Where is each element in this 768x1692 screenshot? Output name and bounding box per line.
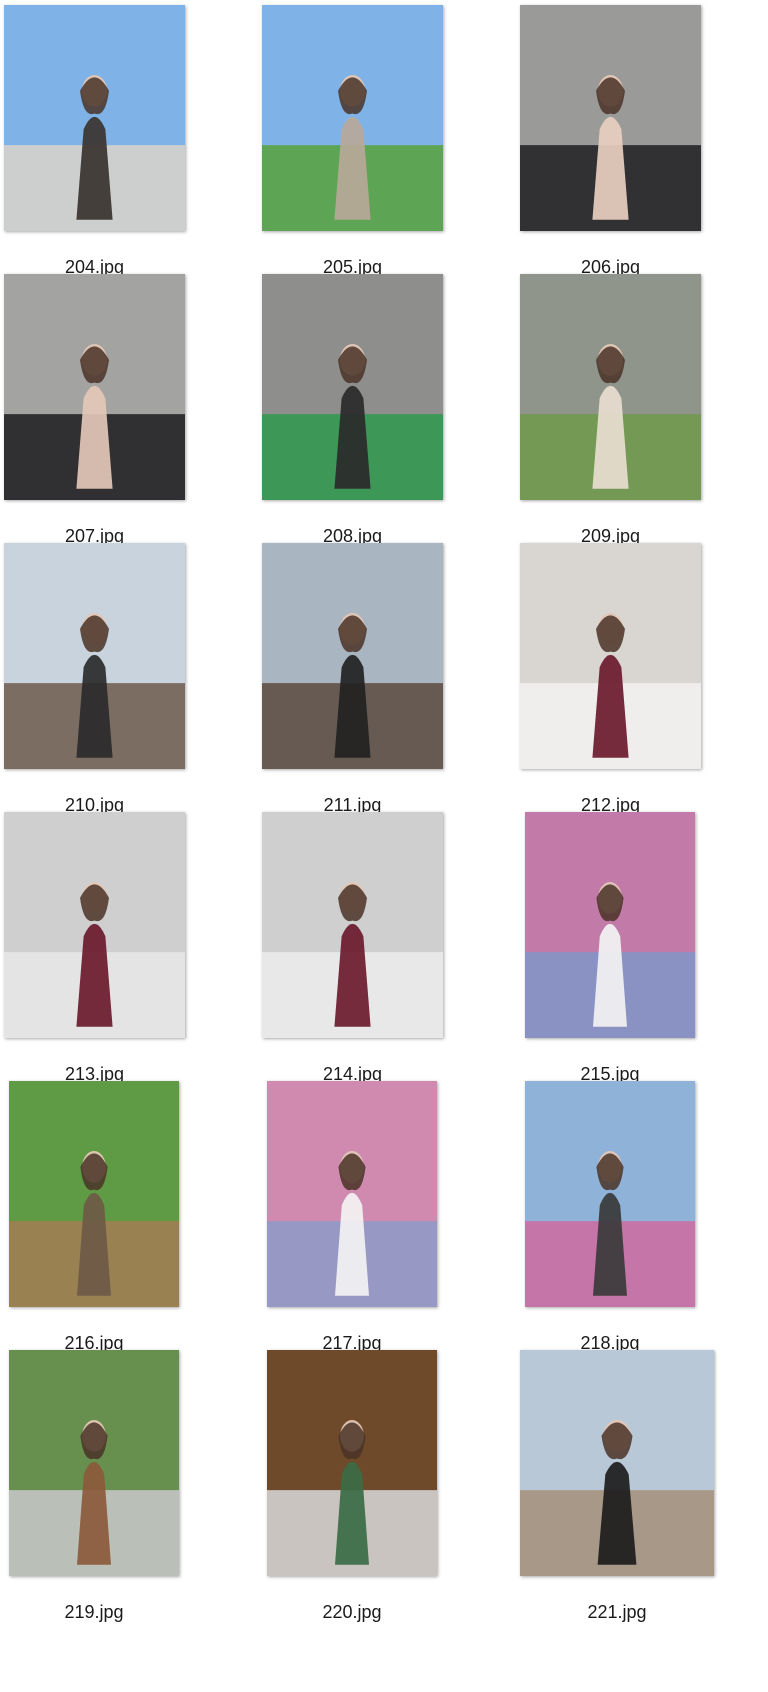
image-thumbnail[interactable]: [4, 5, 185, 231]
thumbnail-frame: [520, 5, 768, 251]
thumbnail-frame: [4, 274, 256, 520]
photo-preview: [520, 274, 701, 500]
file-item[interactable]: 214.jpg: [262, 812, 514, 1092]
photo-preview: [4, 5, 185, 231]
photo-preview: [520, 5, 701, 231]
file-name-label: 220.jpg: [322, 1602, 382, 1622]
image-thumbnail[interactable]: [267, 1081, 437, 1307]
image-thumbnail[interactable]: [262, 812, 443, 1038]
thumbnail-frame: [4, 1350, 256, 1596]
thumbnail-frame: [4, 812, 256, 1058]
photo-preview: [262, 812, 443, 1038]
photo-preview: [4, 812, 185, 1038]
thumbnail-frame: [520, 274, 768, 520]
image-thumbnail[interactable]: [9, 1350, 179, 1576]
photo-preview: [520, 1350, 714, 1576]
photo-preview: [9, 1081, 179, 1307]
image-thumbnail[interactable]: [262, 274, 443, 500]
thumbnail-frame: [262, 543, 514, 789]
photo-preview: [262, 543, 443, 769]
photo-preview: [9, 1350, 179, 1576]
thumbnail-frame: [262, 1081, 514, 1327]
thumbnail-frame: [262, 812, 514, 1058]
photo-preview: [267, 1081, 437, 1307]
thumbnail-frame: [4, 5, 256, 251]
image-thumbnail[interactable]: [9, 1081, 179, 1307]
image-thumbnail[interactable]: [525, 1081, 695, 1307]
photo-preview: [520, 543, 701, 769]
image-thumbnail[interactable]: [520, 543, 701, 769]
photo-preview: [4, 274, 185, 500]
file-item[interactable]: 206.jpg: [520, 5, 768, 285]
image-thumbnail[interactable]: [4, 543, 185, 769]
file-item[interactable]: 212.jpg: [520, 543, 768, 823]
file-item[interactable]: 216.jpg: [4, 1081, 256, 1361]
thumbnail-frame: [520, 812, 768, 1058]
photo-preview: [267, 1350, 437, 1576]
thumbnail-frame: [520, 1350, 768, 1596]
file-item[interactable]: 217.jpg: [262, 1081, 514, 1361]
file-item[interactable]: 207.jpg: [4, 274, 256, 554]
thumbnail-frame: [262, 274, 514, 520]
file-item[interactable]: 210.jpg: [4, 543, 256, 823]
file-item[interactable]: 215.jpg: [520, 812, 768, 1092]
image-thumbnail[interactable]: [4, 812, 185, 1038]
thumbnail-frame: [4, 1081, 256, 1327]
file-item[interactable]: 220.jpg: [262, 1350, 514, 1630]
photo-preview: [262, 5, 443, 231]
image-thumbnail[interactable]: [520, 274, 701, 500]
image-thumbnail[interactable]: [520, 5, 701, 231]
thumbnail-frame: [520, 1081, 768, 1327]
image-thumbnail[interactable]: [4, 274, 185, 500]
file-name-label: 221.jpg: [587, 1602, 647, 1622]
photo-preview: [525, 812, 695, 1038]
file-thumbnail-grid: 204.jpg 205.jpg 206.jpg 207.jpg 208.jpg …: [0, 0, 768, 1692]
file-name-label: 219.jpg: [64, 1602, 124, 1622]
file-item[interactable]: 219.jpg: [4, 1350, 256, 1630]
file-item[interactable]: 213.jpg: [4, 812, 256, 1092]
image-thumbnail[interactable]: [262, 5, 443, 231]
thumbnail-frame: [4, 543, 256, 789]
image-thumbnail[interactable]: [525, 812, 695, 1038]
photo-preview: [262, 274, 443, 500]
photo-preview: [4, 543, 185, 769]
file-item[interactable]: 209.jpg: [520, 274, 768, 554]
photo-preview: [525, 1081, 695, 1307]
image-thumbnail[interactable]: [262, 543, 443, 769]
thumbnail-frame: [262, 1350, 514, 1596]
file-item[interactable]: 204.jpg: [4, 5, 256, 285]
thumbnail-frame: [262, 5, 514, 251]
file-item[interactable]: 221.jpg: [520, 1350, 768, 1630]
file-item[interactable]: 205.jpg: [262, 5, 514, 285]
image-thumbnail[interactable]: [267, 1350, 437, 1576]
file-item[interactable]: 218.jpg: [520, 1081, 768, 1361]
thumbnail-frame: [520, 543, 768, 789]
file-item[interactable]: 208.jpg: [262, 274, 514, 554]
image-thumbnail[interactable]: [520, 1350, 714, 1576]
file-item[interactable]: 211.jpg: [262, 543, 514, 823]
